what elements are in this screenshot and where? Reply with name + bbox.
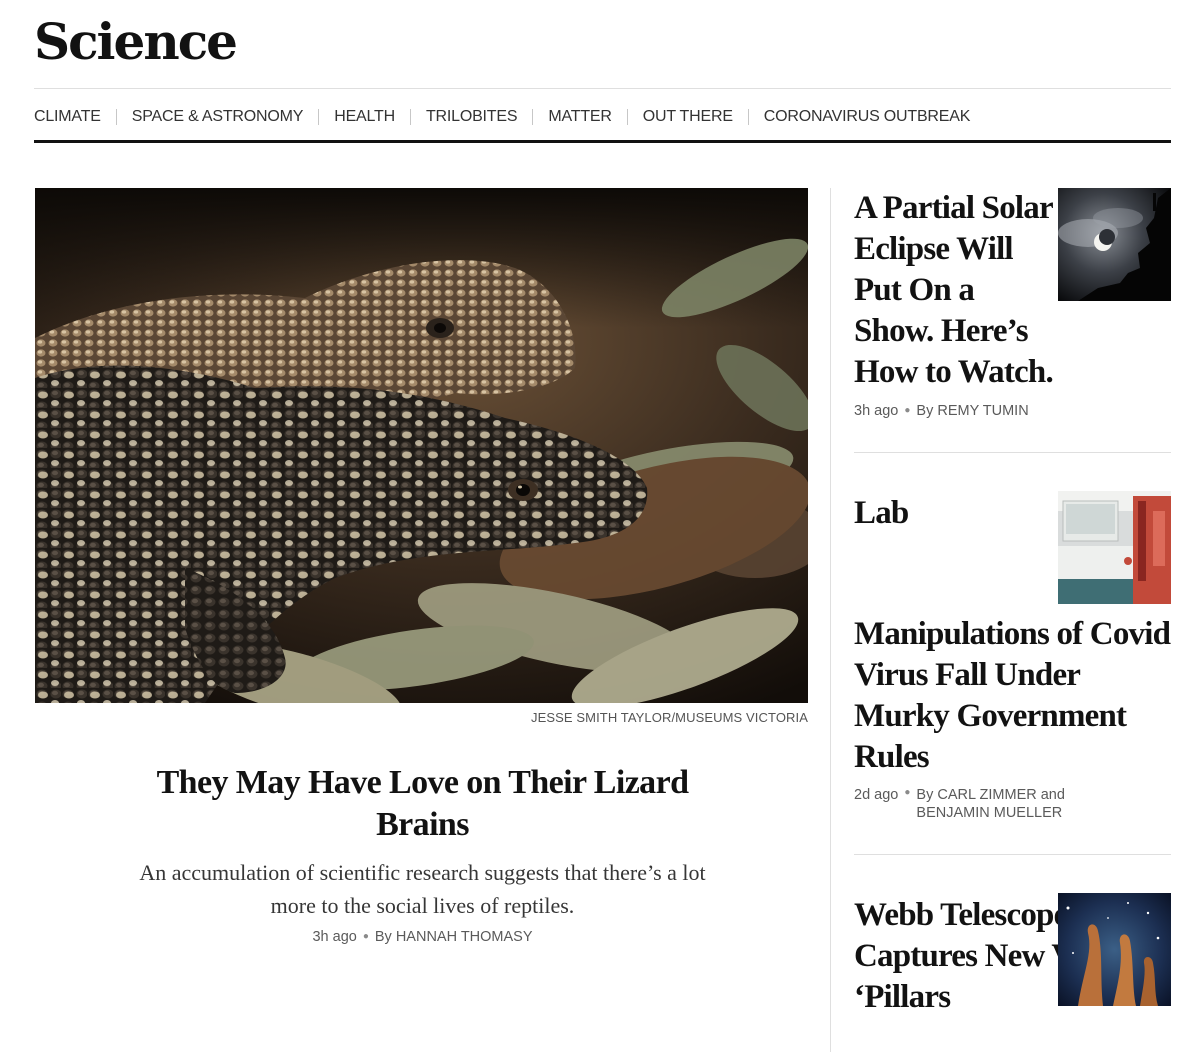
nav-item-matter[interactable]: MATTER	[548, 108, 612, 126]
lead-byline: 3h ago ● By HANNAH THOMASY	[130, 929, 715, 945]
lead-summary: An accumulation of scientific research s…	[139, 860, 706, 918]
section-nav: CLIMATE SPACE & ASTRONOMY HEALTH TRILOBI…	[34, 103, 970, 131]
author: By HANNAH THOMASY	[374, 929, 533, 945]
dot-separator: ●	[904, 787, 911, 798]
author: By CARL ZIMMER and BENJAMIN MUELLER	[916, 787, 1065, 821]
header-divider	[34, 88, 1171, 89]
nav-separator	[626, 109, 628, 125]
nav-separator	[532, 109, 534, 125]
lead-headline[interactable]: They May Have Love on Their Lizard Brain…	[130, 762, 715, 846]
nav-item-out-there[interactable]: OUT THERE	[643, 108, 733, 126]
image-credit: JESSE SMITH TAYLOR/MUSEUMS VICTORIA	[530, 710, 808, 725]
author: By REMY TUMIN	[916, 403, 1029, 419]
side-headline-lab[interactable]: Lab	[854, 493, 1054, 534]
nav-separator	[747, 109, 749, 125]
side-headline-covid[interactable]: Manipulations of Covid Virus Fall Under …	[854, 614, 1174, 778]
dot-separator: ●	[904, 405, 911, 416]
column-divider	[830, 188, 831, 1052]
nav-bottom-rule	[34, 140, 1171, 143]
nav-separator	[115, 109, 117, 125]
nav-item-climate[interactable]: CLIMATE	[34, 108, 101, 126]
nav-item-trilobites[interactable]: TRILOBITES	[426, 108, 518, 126]
section-title[interactable]: Science	[34, 10, 238, 74]
nav-separator	[409, 109, 411, 125]
side-byline-covid: 2d ago ● By CARL ZIMMER and BENJAMIN MUELL…	[854, 786, 1096, 822]
nav-separator	[318, 109, 320, 125]
lab-thumbnail[interactable]	[1058, 491, 1171, 604]
nav-item-space-astronomy[interactable]: SPACE & ASTRONOMY	[132, 108, 304, 126]
nav-item-health[interactable]: HEALTH	[334, 108, 395, 126]
webb-thumbnail[interactable]	[1058, 893, 1171, 1006]
lead-story-image[interactable]	[35, 188, 808, 703]
headline-text: A Partial Solar Eclipse Will Put On a Sh…	[854, 190, 1054, 390]
nav-item-coronavirus-outbreak[interactable]: CORONAVIRUS OUTBREAK	[764, 108, 971, 126]
timestamp: 2d ago	[854, 787, 899, 803]
timestamp: 3h ago	[854, 403, 899, 419]
dot-separator: ●	[362, 931, 369, 942]
side-byline-eclipse: 3h ago ● By REMY TUMIN	[854, 402, 1029, 422]
eclipse-thumbnail[interactable]	[1058, 188, 1171, 301]
story-divider	[854, 854, 1171, 855]
timestamp: 3h ago	[312, 929, 357, 945]
story-divider	[854, 452, 1171, 453]
